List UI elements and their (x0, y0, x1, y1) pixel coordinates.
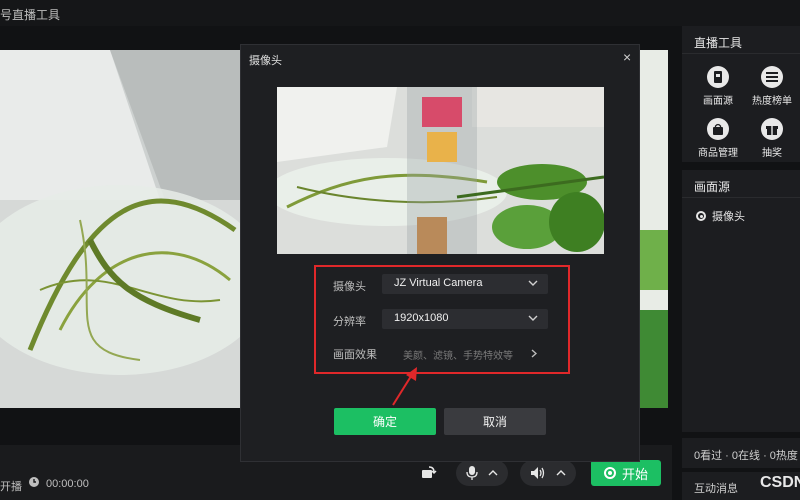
chevron-up-icon[interactable] (556, 469, 566, 477)
chevron-down-icon (528, 315, 538, 321)
list-icon (761, 66, 783, 88)
stats-text: 0看过 · 0在线 · 0热度 (694, 450, 798, 462)
camera-select[interactable]: JZ Virtual Camera (382, 274, 548, 294)
confirm-button[interactable]: 确定 (334, 408, 436, 435)
resolution-value: 1920x1080 (394, 312, 449, 324)
source-item-camera[interactable]: 摄像头 (682, 198, 800, 224)
elapsed-time: 00:00:00 (46, 478, 89, 490)
start-label: 开始 (621, 466, 648, 482)
resolution-label: 分辨率 (333, 316, 366, 328)
radio-icon (696, 211, 706, 221)
close-icon[interactable]: × (623, 49, 631, 65)
stream-label: 开播 (0, 481, 22, 493)
title-bar: 号直播工具 (0, 0, 800, 26)
record-icon (603, 467, 616, 479)
live-tool-window: 号直播工具 开播 00:00:00 开始 直播工具 画面源 热度榜单 商品管理 … (0, 0, 800, 500)
chevron-up-icon[interactable] (488, 469, 498, 477)
tool-product-management[interactable]: 商品管理 (690, 118, 746, 159)
microphone-control[interactable] (456, 460, 508, 486)
dialog-title: 摄像头 (249, 55, 282, 67)
camera-dialog: 摄像头 × 摄像头 JZ Virtual Camera 分辨率 1920x108… (240, 44, 640, 462)
camera-label: 摄像头 (333, 281, 366, 293)
start-live-button[interactable]: 开始 (591, 460, 661, 486)
microphone-icon[interactable] (466, 466, 478, 480)
speaker-icon[interactable] (530, 466, 546, 480)
sources-title: 画面源 (682, 170, 800, 198)
gift-icon (761, 118, 783, 140)
app-title: 号直播工具 (0, 8, 61, 22)
annotation-arrow (392, 367, 417, 406)
chevron-right-icon[interactable] (531, 349, 537, 358)
shopping-bag-icon (707, 118, 729, 140)
effects-label: 画面效果 (333, 349, 377, 361)
clock-icon (29, 477, 39, 487)
stats-bar: 0看过 · 0在线 · 0热度 (682, 438, 800, 468)
resolution-select[interactable]: 1920x1080 (382, 309, 548, 329)
camera-value: JZ Virtual Camera (394, 277, 483, 289)
tool-lottery[interactable]: 抽奖 (744, 118, 800, 159)
tools-title: 直播工具 (682, 26, 800, 54)
tool-hot-ranking[interactable]: 热度榜单 (744, 66, 800, 107)
live-tools-panel: 直播工具 画面源 热度榜单 商品管理 抽奖 (682, 26, 800, 162)
speaker-control[interactable] (520, 460, 576, 486)
chevron-down-icon (528, 280, 538, 286)
watermark: CSDN (760, 474, 800, 491)
rotate-screen-icon[interactable] (421, 464, 437, 480)
camera-preview (277, 87, 604, 254)
cancel-button[interactable]: 取消 (444, 408, 546, 435)
tool-picture-source[interactable]: 画面源 (690, 66, 746, 107)
picture-source-icon (707, 66, 729, 88)
effects-link[interactable]: 美颜、滤镜、手势特效等 (403, 347, 513, 362)
sources-panel: 画面源 摄像头 (682, 170, 800, 432)
